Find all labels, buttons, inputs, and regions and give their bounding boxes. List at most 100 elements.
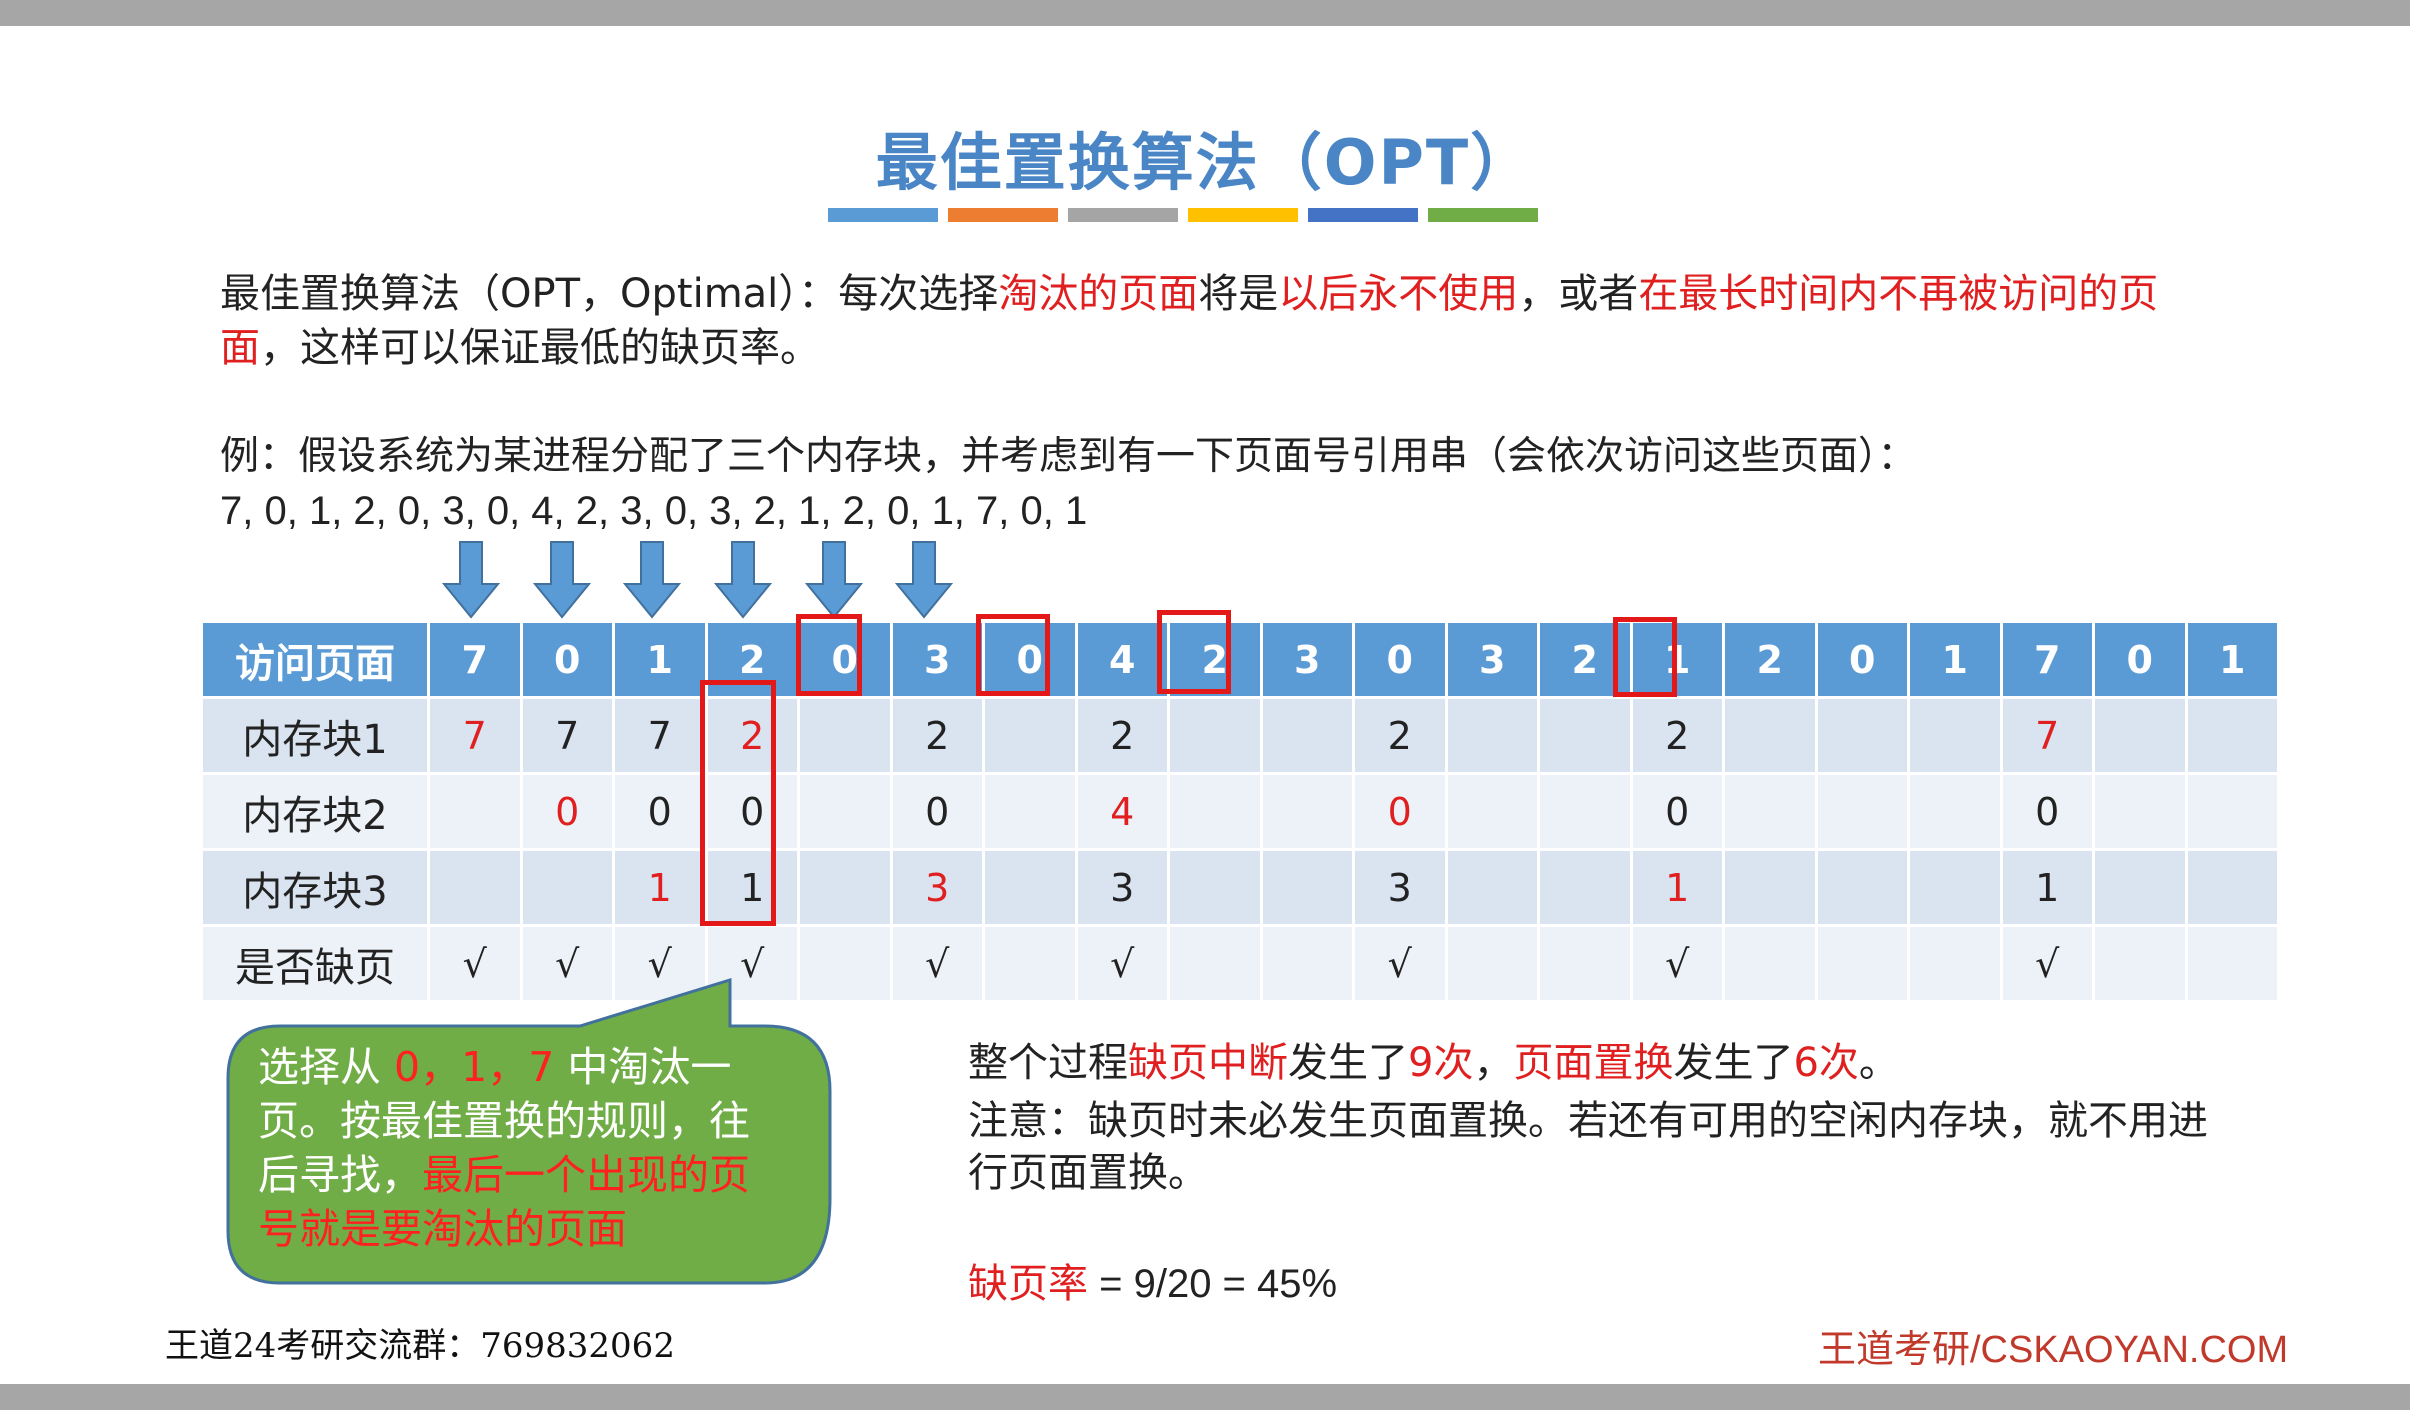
table-cell: √: [1999, 924, 2095, 1003]
table-cell: [427, 772, 523, 851]
table-cell: [1814, 848, 1910, 927]
row-label: 内存块3: [200, 848, 430, 927]
page-cell: 1: [2184, 620, 2280, 699]
stripe-5: [1308, 208, 1418, 222]
table-cell: 7: [519, 696, 615, 775]
table-cell: [1167, 848, 1263, 927]
page-cell: 1: [1907, 620, 2003, 699]
down-arrow-icon: [713, 541, 773, 619]
page-cell: 7: [427, 620, 523, 699]
table-cell: √: [1629, 924, 1725, 1003]
table-cell: [1537, 848, 1633, 927]
table-cell: 4: [1074, 772, 1170, 851]
table-cell: 1: [612, 848, 708, 927]
table-cell: [797, 848, 893, 927]
down-arrow-icon: [804, 541, 864, 619]
table-cell: 2: [1629, 696, 1725, 775]
table-cell: [797, 772, 893, 851]
table-cell: [1814, 772, 1910, 851]
hit-box-page-5: [796, 614, 862, 696]
table-header-row: 访问页面 7 0 1 2 0 3 0 4 2 3 0 3 2 1 2 0 1 7 0 1: [200, 620, 2280, 699]
table-cell: [1259, 696, 1355, 775]
stripe-6: [1428, 208, 1538, 222]
page-cell: 2: [1722, 620, 1818, 699]
table-cell: [982, 772, 1078, 851]
table-cell: √: [889, 924, 985, 1003]
definition-text: 最佳置换算法（OPT，Optimal）：每次选择淘汰的页面将是以后永不使用，或者…: [220, 271, 2159, 371]
table-cell: 3: [889, 848, 985, 927]
table-cell: [1537, 924, 1633, 1003]
table-cell: [1814, 924, 1910, 1003]
table-cell: [1167, 772, 1263, 851]
table-cell: [1907, 924, 2003, 1003]
table-cell: [1537, 772, 1633, 851]
table-cell: [1259, 848, 1355, 927]
footer-site-link[interactable]: 王道考研/CSKAOYAN.COM: [1818, 1318, 2288, 1373]
table-cell: [1167, 924, 1263, 1003]
table-cell: [1259, 772, 1355, 851]
page-cell: 3: [1444, 620, 1540, 699]
table-cell: 2: [1074, 696, 1170, 775]
bottom-bar: [0, 1384, 2410, 1410]
table-cell: 0: [612, 772, 708, 851]
table-cell: [2184, 772, 2280, 851]
table-cell: [1537, 696, 1633, 775]
table-cell: 0: [1352, 772, 1448, 851]
table-cell: [2092, 924, 2188, 1003]
table-cell: [1907, 696, 2003, 775]
table-cell: 1: [1999, 848, 2095, 927]
table-cell: [1444, 924, 1540, 1003]
page-cell: 1: [612, 620, 708, 699]
slide-title: 最佳置换算法（OPT）: [875, 126, 1535, 199]
page-cell: 0: [2092, 620, 2188, 699]
replacement-highlight-box: [700, 680, 776, 926]
down-arrow-icon: [532, 541, 592, 619]
table-cell: 2: [1352, 696, 1448, 775]
table-cell: [982, 696, 1078, 775]
stripe-3: [1068, 208, 1178, 222]
reference-string: 7, 0, 1, 2, 0, 3, 0, 4, 2, 3, 0, 3, 2, 1…: [220, 489, 1088, 533]
down-arrow-icon: [622, 541, 682, 619]
table-cell: [1167, 696, 1263, 775]
table-cell: √: [1352, 924, 1448, 1003]
table-cell: [1444, 696, 1540, 775]
table-cell: [1814, 696, 1910, 775]
table-cell: [1259, 924, 1355, 1003]
top-bar: [0, 0, 2410, 26]
table-cell: [982, 924, 1078, 1003]
hit-box-page-14: [1613, 617, 1677, 697]
table-cell: 0: [1629, 772, 1725, 851]
table-cell: [2184, 924, 2280, 1003]
stripe-2: [948, 208, 1058, 222]
page-cell: 3: [1259, 620, 1355, 699]
table-row: 内存块2 0 0 0 0 4 0 0 0: [200, 772, 2280, 851]
page-cell: 0: [519, 620, 615, 699]
title-stripes: [828, 208, 1538, 222]
table-cell: 7: [427, 696, 523, 775]
table-cell: [427, 848, 523, 927]
table-cell: 3: [1352, 848, 1448, 927]
table-cell: 0: [1999, 772, 2095, 851]
hit-box-page-7: [976, 614, 1050, 696]
page-cell: 4: [1074, 620, 1170, 699]
page-cell: 0: [1352, 620, 1448, 699]
table-cell: 1: [1629, 848, 1725, 927]
table-cell: 7: [1999, 696, 2095, 775]
table-cell: [1722, 696, 1818, 775]
hit-box-page-9: [1157, 610, 1231, 694]
fault-rate: 缺页率 = 9/20 = 45%: [968, 1261, 1338, 1307]
table-cell: [1722, 924, 1818, 1003]
table-row: 内存块1 7 7 7 2 2 2 2 2 7: [200, 696, 2280, 775]
opt-table: 访问页面 7 0 1 2 0 3 0 4 2 3 0 3 2 1 2 0 1 7 0 1 内存块1 7 7 7 2 2 2 2 2 7 内存块…: [200, 620, 2280, 1003]
table-cell: [1444, 848, 1540, 927]
row-label: 内存块2: [200, 772, 430, 851]
summary-note: 注意：缺页时未必发生页面置换。若还有可用的空闲内存块，就不用进行页面置换。: [968, 1098, 2208, 1196]
stripe-1: [828, 208, 938, 222]
footer-group-info: 王道24考研交流群：769832062: [165, 1326, 675, 1366]
summary-line: 整个过程缺页中断发生了9次，页面置换发生了6次。: [968, 1040, 1899, 1086]
table-cell: 7: [612, 696, 708, 775]
table-cell: [982, 848, 1078, 927]
page-cell: 3: [889, 620, 985, 699]
table-cell: [1722, 772, 1818, 851]
row-label: 内存块1: [200, 696, 430, 775]
